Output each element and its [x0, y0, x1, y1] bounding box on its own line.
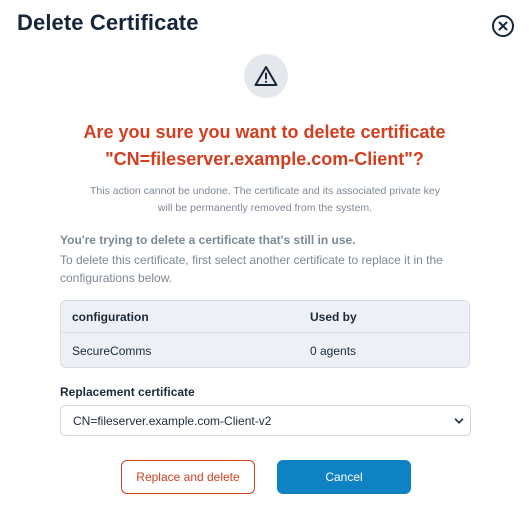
- configuration-table: configuration Used by SecureComms 0 agen…: [60, 300, 470, 368]
- warning-badge: [244, 54, 288, 98]
- configuration-cell: SecureComms: [72, 344, 152, 358]
- delete-certificate-dialog: Delete Certificate Are you sure you want…: [0, 0, 529, 518]
- column-header-configuration: configuration: [72, 310, 149, 324]
- chevron-down-icon: [454, 418, 464, 424]
- table-row: SecureComms 0 agents: [61, 333, 469, 367]
- table-header: configuration Used by: [61, 301, 469, 333]
- replace-and-delete-button[interactable]: Replace and delete: [121, 460, 255, 494]
- note-line-1: This action cannot be undone. The certif…: [89, 185, 440, 197]
- dialog-title: Delete Certificate: [17, 10, 199, 35]
- question-line-1: Are you sure you want to delete certific…: [83, 122, 446, 142]
- note-line-2: will be permanently removed from the sys…: [157, 202, 373, 214]
- in-use-description: To delete this certificate, first select…: [60, 253, 443, 285]
- cancel-button[interactable]: Cancel: [277, 460, 411, 494]
- delete-question: Are you sure you want to delete certific…: [0, 119, 529, 173]
- irreversible-note: This action cannot be undone. The certif…: [60, 183, 470, 217]
- replacement-certificate-label: Replacement certificate: [60, 385, 195, 399]
- warning-triangle-icon: [254, 66, 278, 86]
- replacement-certificate-select[interactable]: CN=fileserver.example.com-Client-v2: [60, 405, 471, 436]
- close-button[interactable]: [492, 15, 514, 37]
- used-by-cell: 0 agents: [310, 344, 357, 358]
- question-line-2: "CN=fileserver.example.com-Client"?: [105, 149, 424, 169]
- close-icon: [498, 21, 508, 31]
- selected-certificate: CN=fileserver.example.com-Client-v2: [73, 414, 272, 428]
- in-use-heading: You're trying to delete a certificate th…: [60, 233, 356, 247]
- column-header-used-by: Used by: [310, 310, 357, 324]
